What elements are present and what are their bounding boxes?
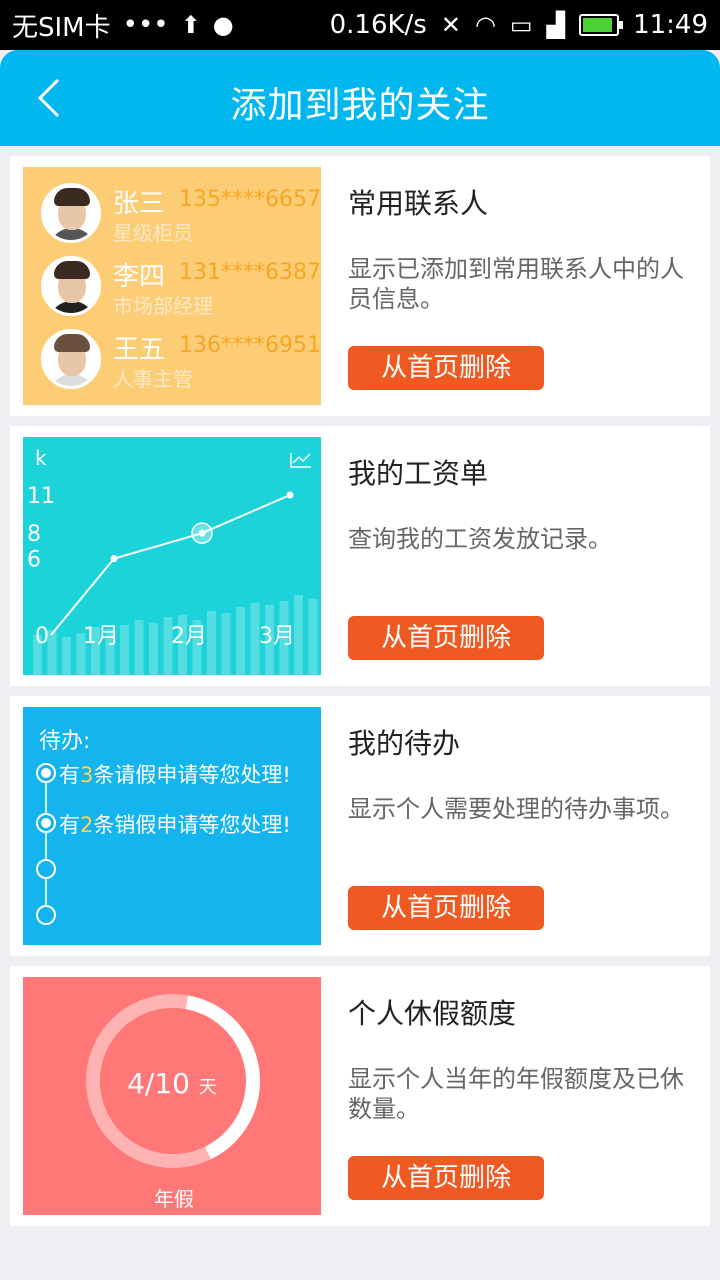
card-title: 我的待办 (348, 727, 461, 760)
contact-name: 张三 (113, 189, 166, 219)
background-bar (62, 637, 71, 675)
leave-unit: 天 (198, 1077, 217, 1098)
todo-label: 待办: (39, 729, 91, 754)
remove-from-home-button[interactable]: 从首页删除 (348, 616, 544, 660)
app-header: 添加到我的关注 (0, 50, 720, 146)
contact-row: 王五 136****6951 人事主管 (23, 325, 321, 395)
avatar (41, 329, 101, 389)
todo-prefix: 有 (59, 813, 80, 837)
card-description: 显示已添加到常用联系人中的人员信息。 (348, 255, 684, 313)
background-bar (308, 599, 318, 675)
salary-line-chart: k 11 86 0 1月 2月 3月 (27, 446, 318, 675)
battery-icon (579, 14, 624, 36)
background-bar (134, 620, 144, 675)
contact-role: 市场部经理 (113, 294, 213, 318)
todo-count: 3 (80, 763, 94, 787)
signal-icon: ▟ (546, 11, 566, 39)
timeline-dot-icon (36, 813, 56, 833)
contact-row: 李四 131****6387 市场部经理 (23, 252, 321, 322)
leave-quota: 4/10 天 (23, 1067, 321, 1100)
card-description: 查询我的工资发放记录。 (348, 525, 612, 553)
y-tick-label: 8 (27, 522, 41, 547)
todo-text: 条销假申请等您处理! (93, 813, 291, 837)
card-description: 显示个人当年的年假额度及已休数量。 (348, 1065, 684, 1123)
upload-arrow-icon: ⬆ (180, 11, 201, 39)
data-point (110, 555, 118, 563)
timeline-dot-icon (36, 859, 56, 879)
todo-prefix: 有 (59, 763, 80, 787)
data-point (198, 529, 206, 537)
status-bar: 无SIM卡 ••• ⬆ ● 0.16K/s ✕ ◠ ▭ ▟ 11:49 (0, 0, 720, 50)
y-tick-label: 11 (27, 484, 55, 509)
card-title: 常用联系人 (348, 187, 489, 220)
leave-used: 4 (127, 1067, 145, 1100)
background-bar (149, 623, 158, 675)
todo-item: 有2条销假申请等您处理! (59, 809, 291, 839)
mute-icon: ✕ (440, 11, 461, 39)
x-tick-label: 0 (35, 624, 49, 649)
background-bar (221, 613, 231, 675)
avatar (41, 256, 101, 316)
background-bar (236, 607, 245, 675)
background-bar (294, 595, 303, 675)
leave-preview: 4/10 天 年假 (23, 977, 321, 1215)
card-title: 个人休假额度 (348, 997, 517, 1030)
todo-count: 2 (80, 813, 94, 837)
remove-from-home-button[interactable]: 从首页删除 (348, 886, 544, 930)
net-speed-text: 0.16K/s (329, 10, 427, 40)
background-bar (207, 611, 216, 675)
card-leave: 4/10 天 年假 个人休假额度 显示个人当年的年假额度及已休数量。 从首页删除 (10, 966, 710, 1226)
line-chart-icon (292, 453, 311, 464)
todo-preview: 待办: 有3条请假申请等您处理! 有2条销假申请等您处理! (23, 707, 321, 945)
card-salary: k 11 8 6 0 1月 2月 3月 我的工资单 查询我的工资发放记录。 从首页删除 (10, 426, 710, 686)
clock-text: 11:49 (633, 10, 708, 40)
salary-chart: k 11 8 6 0 1月 2月 3月 (23, 437, 321, 675)
y-axis-unit: k (35, 446, 47, 470)
background-bar (120, 625, 129, 675)
contact-role: 星级柜员 (113, 221, 193, 245)
leave-label: 年假 (154, 1187, 194, 1211)
avatar (41, 183, 101, 243)
carrier-text: 无SIM卡 (12, 12, 111, 43)
contact-name: 王五 (113, 335, 166, 365)
card-title: 我的工资单 (348, 457, 489, 490)
x-tick-label: 1月 (83, 624, 119, 649)
contact-phone: 131****6387 (179, 260, 321, 285)
contact-phone: 135****6657 (179, 187, 321, 212)
todo-item: 有3条请假申请等您处理! (59, 759, 291, 789)
x-tick-label: 2月 (171, 624, 207, 649)
remove-from-home-button[interactable]: 从首页删除 (348, 1156, 544, 1200)
notification-dots: ••• (122, 10, 169, 40)
data-point (286, 491, 294, 499)
wifi-icon: ◠ (474, 11, 496, 39)
y-tick-label: 6 (27, 548, 41, 573)
card-description: 显示个人需要处理的待办事项。 (348, 795, 684, 823)
remove-from-home-button[interactable]: 从首页删除 (348, 346, 544, 390)
sim-icon: ▭ (509, 11, 533, 39)
contact-row: 张三 135****6657 星级柜员 (23, 179, 321, 249)
timeline-dot-icon (36, 763, 56, 783)
timeline-dot-icon (36, 905, 56, 925)
page-title: 添加到我的关注 (230, 85, 490, 126)
contact-name: 李四 (113, 262, 166, 292)
timeline-line (45, 771, 47, 919)
x-tick-label: 3月 (259, 624, 295, 649)
card-todo: 待办: 有3条请假申请等您处理! 有2条销假申请等您处理! 我的待办 显示个人需… (10, 696, 710, 956)
contacts-preview: 张三 135****6657 星级柜员 李四 131****6387 市场部经理… (23, 167, 321, 405)
leave-total: /10 (144, 1067, 190, 1100)
android-icon: ● (212, 11, 234, 39)
card-contacts: 张三 135****6657 星级柜员 李四 131****6387 市场部经理… (10, 156, 710, 416)
todo-text: 条请假申请等您处理! (93, 763, 291, 787)
contact-phone: 136****6951 (179, 333, 321, 358)
contact-role: 人事主管 (113, 367, 193, 391)
